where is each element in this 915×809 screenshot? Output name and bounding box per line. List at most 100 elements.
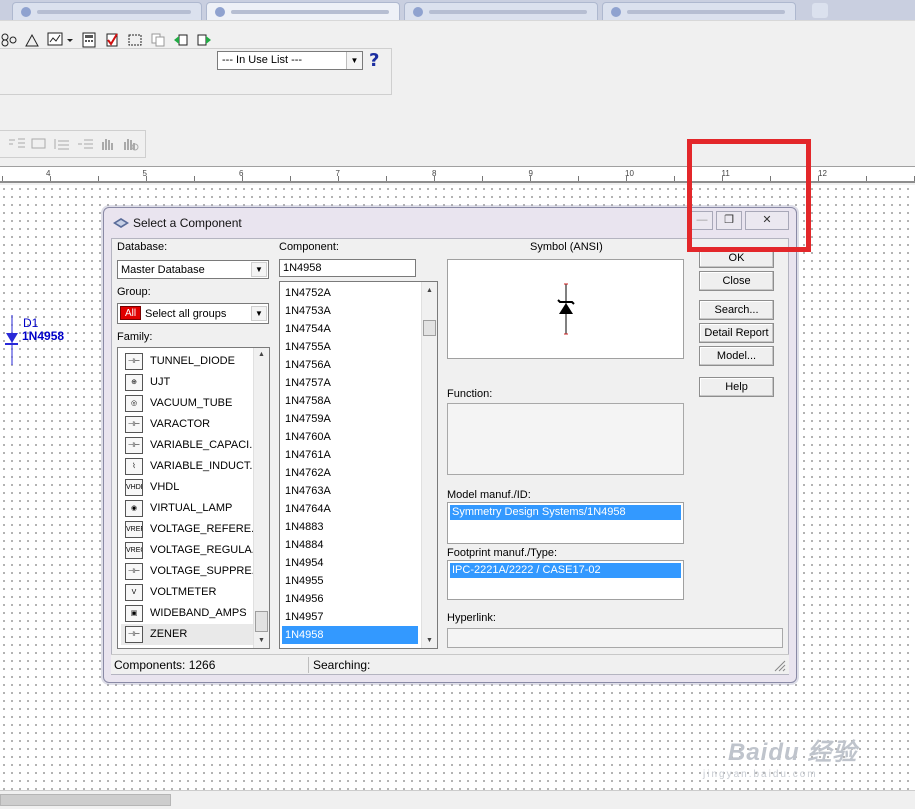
- family-item[interactable]: ◉ VIRTUAL_LAMP: [121, 498, 261, 519]
- back-annotate-icon[interactable]: [173, 32, 189, 48]
- component-item[interactable]: 1N4957: [282, 608, 418, 626]
- chevron-down-icon[interactable]: ▼: [251, 262, 267, 277]
- family-item[interactable]: ⌇ VARIABLE_INDUCT...: [121, 456, 261, 477]
- family-item[interactable]: ⊣⊢ VARIABLE_CAPACI...: [121, 435, 261, 456]
- component-item[interactable]: 1N4959: [282, 644, 418, 648]
- scrollbar-thumb[interactable]: [423, 320, 436, 336]
- footprint-list[interactable]: IPC-2221A/2222 / CASE17-02: [447, 560, 684, 600]
- detail-report-button[interactable]: Detail Report: [699, 323, 774, 343]
- model-item-selected[interactable]: Symmetry Design Systems/1N4958: [450, 505, 681, 520]
- component-item[interactable]: 1N4763A: [282, 482, 418, 500]
- component-item[interactable]: 1N4883: [282, 518, 418, 536]
- grapher-icon[interactable]: [47, 32, 63, 48]
- forward-annotate-icon[interactable]: [196, 32, 212, 48]
- component-item[interactable]: 1N4955: [282, 572, 418, 590]
- postprocessor-icon[interactable]: [81, 32, 97, 48]
- comment-icon[interactable]: [30, 137, 48, 151]
- resize-grip-icon[interactable]: [774, 660, 786, 672]
- help-button[interactable]: Help: [699, 377, 774, 397]
- ruler-tick: [2, 176, 3, 181]
- chevron-down-icon[interactable]: ▼: [346, 52, 362, 69]
- component-item[interactable]: 1N4757A: [282, 374, 418, 392]
- component-item[interactable]: 1N4764A: [282, 500, 418, 518]
- scrollbar-thumb[interactable]: [0, 794, 171, 806]
- scroll-down-icon[interactable]: ▼: [254, 634, 269, 648]
- family-item[interactable]: ⊣⊢ ZENER: [121, 624, 261, 645]
- copy-icon[interactable]: [150, 32, 166, 48]
- erc-check-icon[interactable]: [104, 32, 120, 48]
- family-item[interactable]: ⊣⊢ TUNNEL_DIODE: [121, 351, 261, 372]
- indent-left-icon[interactable]: [8, 137, 26, 151]
- footprint-item-selected[interactable]: IPC-2221A/2222 / CASE17-02: [450, 563, 681, 578]
- horizontal-scrollbar[interactable]: [0, 790, 915, 809]
- component-edit-icon[interactable]: [24, 32, 40, 48]
- database-label: Database:: [117, 241, 168, 253]
- component-item[interactable]: 1N4752A: [282, 284, 418, 302]
- outdent-icon[interactable]: [53, 137, 71, 151]
- grapher-dropdown-icon[interactable]: [66, 32, 74, 48]
- family-item[interactable]: ⊣⊢ VOLTAGE_SUPPRE...: [121, 561, 261, 582]
- part-value-label[interactable]: 1N4958: [22, 329, 64, 343]
- in-use-list-dropdown[interactable]: --- In Use List --- ▼: [217, 51, 363, 70]
- family-scrollbar[interactable]: ▲ ▼: [253, 348, 269, 648]
- scroll-up-icon[interactable]: ▲: [422, 284, 437, 298]
- chevron-down-icon[interactable]: ▼: [251, 306, 267, 321]
- hand-icon[interactable]: [99, 137, 117, 151]
- browser-tab[interactable]: [404, 2, 598, 20]
- component-item-label: 1N4764A: [285, 503, 331, 515]
- component-item[interactable]: 1N4754A: [282, 320, 418, 338]
- component-item[interactable]: 1N4758A: [282, 392, 418, 410]
- hierarchy-icon[interactable]: [1, 32, 17, 48]
- family-item[interactable]: ⊣⊢ VARACTOR: [121, 414, 261, 435]
- component-list[interactable]: 1N4752A 1N4753A 1N4754A 1N4755A 1N4756A 1N475…: [279, 281, 438, 649]
- component-item[interactable]: 1N4954: [282, 554, 418, 572]
- component-item[interactable]: 1N4958: [282, 626, 418, 644]
- model-button[interactable]: Model...: [699, 346, 774, 366]
- family-list[interactable]: ⊣⊢ TUNNEL_DIODE ⊕ UJT ◎ VACUUM_TUBE ⊣⊢ VARACTOR…: [117, 347, 270, 649]
- scrollbar-thumb[interactable]: [255, 611, 268, 632]
- component-item[interactable]: 1N4753A: [282, 302, 418, 320]
- ruler-tick: [482, 176, 483, 181]
- family-item[interactable]: ◎ VACUUM_TUBE: [121, 393, 261, 414]
- scroll-up-icon[interactable]: ▲: [254, 348, 269, 362]
- family-item-label: VOLTMETER: [150, 586, 217, 598]
- family-item[interactable]: ▣ WIDEBAND_AMPS: [121, 603, 261, 624]
- close-button[interactable]: Close: [699, 271, 774, 291]
- group-select[interactable]: All Select all groups ▼: [117, 303, 269, 324]
- family-item[interactable]: VREG VOLTAGE_REGULA...: [121, 540, 261, 561]
- component-scrollbar[interactable]: ▲ ▼: [421, 282, 437, 648]
- part-reference-label[interactable]: D1: [23, 316, 38, 330]
- component-item[interactable]: 1N4761A: [282, 446, 418, 464]
- family-item[interactable]: ⊕ UJT: [121, 372, 261, 393]
- model-list[interactable]: Symmetry Design Systems/1N4958: [447, 502, 684, 544]
- hyperlink-field[interactable]: [447, 628, 783, 648]
- browser-tab[interactable]: [602, 2, 796, 20]
- family-item[interactable]: V VOLTMETER: [121, 582, 261, 603]
- searching-status: Searching:: [313, 658, 371, 672]
- search-button[interactable]: Search...: [699, 300, 774, 320]
- selection-box-icon[interactable]: [127, 32, 143, 48]
- component-item[interactable]: 1N4760A: [282, 428, 418, 446]
- diode-symbol[interactable]: [2, 315, 18, 365]
- family-item[interactable]: VREF VOLTAGE_REFERE...: [121, 519, 261, 540]
- component-item[interactable]: 1N4756A: [282, 356, 418, 374]
- help-icon[interactable]: ?: [369, 50, 379, 71]
- component-item[interactable]: 1N4755A: [282, 338, 418, 356]
- component-item[interactable]: 1N4884: [282, 536, 418, 554]
- scroll-down-icon[interactable]: ▼: [422, 634, 437, 648]
- browser-tab[interactable]: [12, 2, 202, 20]
- hand-stop-icon[interactable]: [121, 137, 139, 151]
- browser-tab-active[interactable]: [206, 2, 400, 20]
- component-item[interactable]: 1N4762A: [282, 464, 418, 482]
- tab-favicon-icon: [413, 7, 423, 17]
- component-search-input[interactable]: 1N4958: [279, 259, 416, 277]
- variable-capacitor-icon: ⊣⊢: [125, 437, 143, 454]
- new-tab-button[interactable]: [812, 3, 828, 18]
- tab-favicon-icon: [215, 7, 225, 17]
- family-item[interactable]: VHDL VHDL: [121, 477, 261, 498]
- variable-inductor-icon: ⌇: [125, 458, 143, 475]
- indent-right-icon[interactable]: [76, 137, 94, 151]
- component-item[interactable]: 1N4956: [282, 590, 418, 608]
- component-item[interactable]: 1N4759A: [282, 410, 418, 428]
- database-select[interactable]: Master Database ▼: [117, 260, 269, 279]
